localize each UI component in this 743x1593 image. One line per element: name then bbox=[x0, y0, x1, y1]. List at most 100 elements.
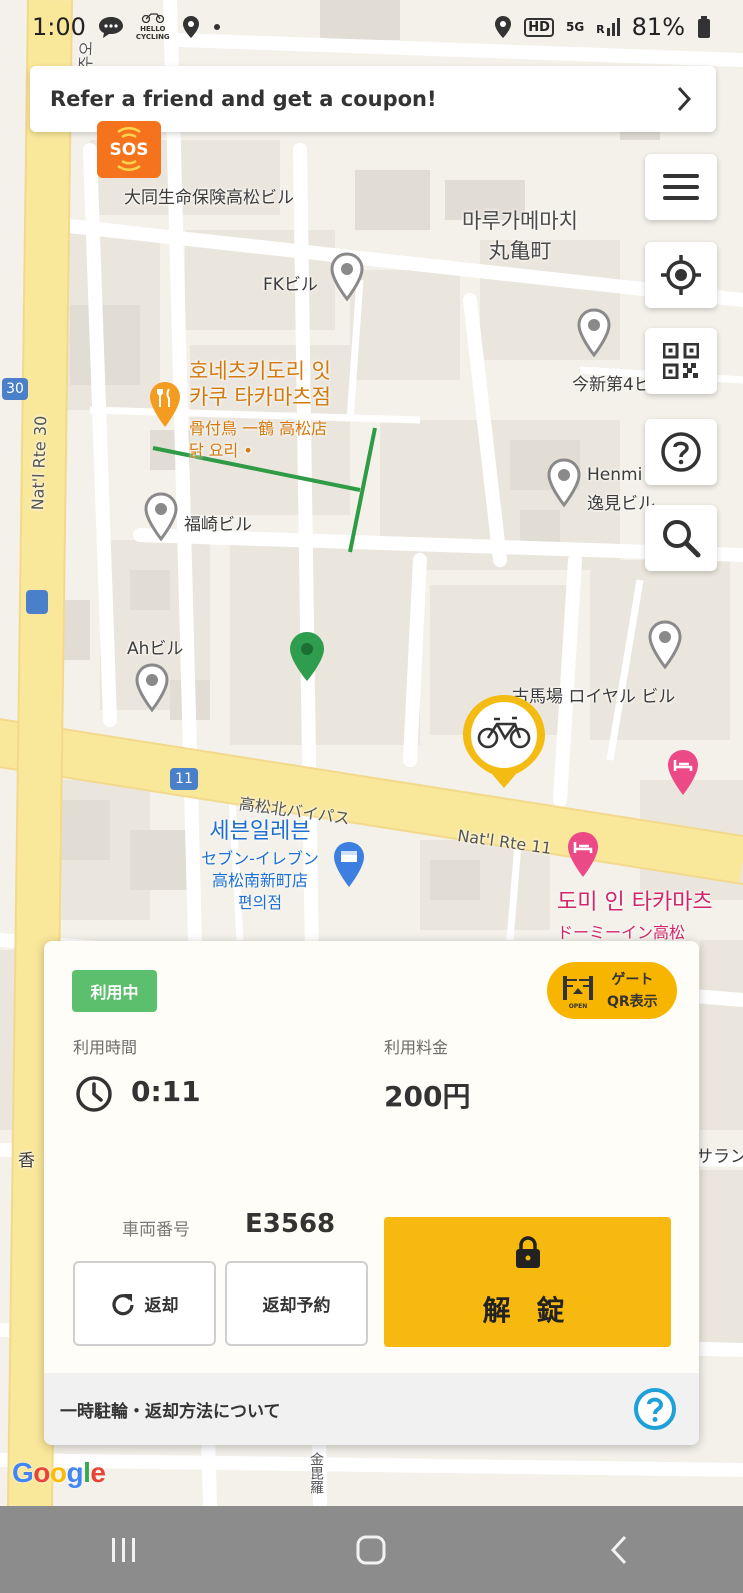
clock-icon bbox=[76, 1076, 112, 1112]
map-label-saran-partial: サラン bbox=[696, 1147, 743, 1167]
bike-location-marker-icon[interactable] bbox=[459, 692, 549, 792]
map-label-rte30: Nat'l Rte 30 bbox=[28, 415, 51, 511]
signal-icon: R bbox=[596, 18, 620, 36]
place-pin-icon[interactable] bbox=[547, 458, 581, 508]
menu-icon bbox=[663, 174, 699, 200]
parking-help-text: 一時駐輪・返却方法について bbox=[60, 1401, 281, 1422]
map-label-dormy-ja: ドーミーイン高松 bbox=[557, 923, 686, 942]
convenience-store-pin-icon[interactable] bbox=[332, 840, 366, 890]
recent-apps-button[interactable] bbox=[84, 1520, 164, 1580]
roaming-label: R bbox=[596, 23, 605, 36]
battery-icon bbox=[698, 16, 710, 38]
location-icon bbox=[182, 16, 199, 38]
help-circle-icon[interactable] bbox=[633, 1387, 677, 1431]
vehicle-number-label: 車両番号 bbox=[122, 1220, 190, 1240]
hello-cycling-notification-icon: HELLO CYCLING bbox=[136, 13, 170, 41]
bicycle-icon bbox=[141, 13, 164, 24]
hotel-pin-icon[interactable] bbox=[666, 748, 700, 798]
map-label-daido: 大同生命保険高松ビル bbox=[124, 188, 294, 208]
map-label-imashin: 今新第4ビ bbox=[572, 375, 651, 395]
gate-qr-button[interactable]: OPEN ゲート QR表示 bbox=[547, 962, 677, 1019]
route-11-shield: 11 bbox=[170, 768, 198, 790]
back-button[interactable] bbox=[579, 1520, 659, 1580]
refer-banner-text: Refer a friend and get a coupon! bbox=[50, 87, 437, 111]
home-icon bbox=[356, 1535, 386, 1564]
gate-qr-label: ゲート QR表示 bbox=[607, 969, 658, 1013]
map-label-fk: FKビル bbox=[263, 275, 318, 295]
lock-icon bbox=[515, 1236, 540, 1268]
location-active-icon bbox=[495, 16, 512, 38]
return-button[interactable]: 返却 bbox=[73, 1261, 216, 1346]
map-label-seven-ja-2: 高松南新町店 bbox=[211, 871, 308, 890]
sos-button[interactable]: SOS bbox=[97, 121, 161, 178]
hello-label: HELLO bbox=[140, 25, 166, 33]
cycling-label: CYCLING bbox=[135, 33, 170, 41]
return-reservation-label: 返却予約 bbox=[262, 1296, 331, 1316]
notification-dot-icon bbox=[213, 24, 220, 30]
google-logo-letter: g bbox=[66, 1457, 84, 1488]
map-label-dormy-ko: 도미 인 타카마츠 bbox=[557, 890, 713, 915]
network-type-label: 5G bbox=[565, 20, 585, 34]
map-label-restaurant-ja: 骨付鳥 一鶴 高松店 bbox=[189, 419, 328, 438]
map-label-restaurant-ko-1: 호네츠키도리 잇 bbox=[189, 359, 331, 383]
map-label-marugame-ja: 丸亀町 bbox=[488, 239, 552, 263]
place-pin-icon[interactable] bbox=[135, 663, 169, 713]
hd-voice-icon: HD bbox=[524, 17, 554, 37]
chevron-right-icon bbox=[677, 86, 692, 112]
google-logo-letter: o bbox=[33, 1457, 50, 1488]
map-label-marugame-ko: 마루가메마치 bbox=[462, 209, 578, 233]
restaurant-pin-icon[interactable] bbox=[148, 380, 182, 430]
status-badge: 利用中 bbox=[72, 970, 157, 1012]
gate-qr-line2: QR表示 bbox=[607, 993, 658, 1010]
google-logo: Google bbox=[12, 1457, 106, 1489]
gate-qr-line1: ゲート bbox=[611, 971, 654, 988]
recent-apps-icon bbox=[111, 1537, 135, 1562]
gate-open-caption: OPEN bbox=[569, 1003, 588, 1010]
park-pin-icon[interactable] bbox=[288, 630, 326, 684]
usage-fee-label: 利用料金 bbox=[384, 1038, 449, 1057]
back-icon bbox=[611, 1535, 627, 1564]
map-label-henmi-en: Henmi bbox=[587, 465, 643, 485]
search-button[interactable] bbox=[645, 505, 717, 571]
locate-icon bbox=[661, 255, 701, 295]
hotel-pin-icon[interactable] bbox=[566, 830, 600, 880]
status-time: 1:00 bbox=[32, 13, 86, 41]
bus-stop-icon bbox=[26, 590, 48, 614]
map-label-ah: Ahビル bbox=[127, 639, 184, 659]
unlock-button-label: 解 錠 bbox=[482, 1294, 573, 1327]
parking-help-link[interactable]: 一時駐輪・返却方法について bbox=[44, 1373, 699, 1445]
usage-fee-value: 200円 bbox=[384, 1080, 471, 1113]
sos-label: SOS bbox=[109, 139, 149, 160]
google-logo-letter: o bbox=[49, 1457, 67, 1488]
home-button[interactable] bbox=[331, 1520, 411, 1580]
return-reservation-button[interactable]: 返却予約 bbox=[225, 1261, 368, 1346]
help-icon bbox=[661, 432, 701, 472]
usage-time-value: 0:11 bbox=[131, 1075, 201, 1108]
unlock-button[interactable]: 解 錠 bbox=[384, 1217, 671, 1347]
vehicle-number-value: E3568 bbox=[245, 1209, 336, 1239]
map-label-seven-ko: 세븐일레븐 bbox=[209, 819, 311, 844]
place-pin-icon[interactable] bbox=[577, 308, 611, 358]
help-button[interactable] bbox=[645, 419, 717, 485]
map-label-seven-ja-1: セブン-イレブン bbox=[201, 849, 319, 868]
place-pin-icon[interactable] bbox=[648, 620, 682, 670]
search-icon bbox=[663, 520, 701, 558]
map-label-kagawa-partial: 香 bbox=[18, 1151, 35, 1171]
message-icon bbox=[98, 17, 123, 38]
battery-percent: 81% bbox=[631, 13, 685, 41]
place-pin-icon[interactable] bbox=[144, 492, 178, 542]
ride-status-card: 利用中 OPEN ゲート QR表示 利用時間 0:11 利用料金 200円 車両… bbox=[44, 941, 699, 1445]
route-30-shield: 30 bbox=[2, 378, 28, 400]
gate-open-icon: OPEN bbox=[563, 975, 593, 1010]
google-logo-letter: e bbox=[90, 1457, 106, 1488]
status-bar: 1:00 HELLO CYCLING HD 5G R 81% bbox=[0, 0, 743, 54]
qr-code-icon bbox=[663, 343, 699, 379]
my-location-button[interactable] bbox=[645, 242, 717, 308]
return-button-label: 返却 bbox=[144, 1296, 179, 1316]
refresh-icon bbox=[111, 1293, 134, 1315]
menu-button[interactable] bbox=[645, 154, 717, 220]
qr-scan-button[interactable] bbox=[645, 328, 717, 394]
place-pin-icon[interactable] bbox=[330, 252, 364, 302]
map-label-kotohira: 金毘羅 bbox=[308, 1452, 324, 1494]
network-type: 5G bbox=[566, 21, 584, 33]
